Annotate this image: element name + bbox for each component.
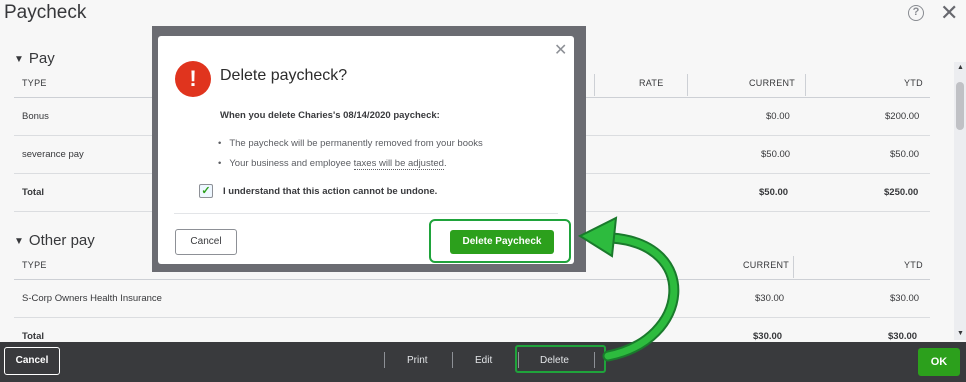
curved-arrow-annotation [577,216,680,362]
